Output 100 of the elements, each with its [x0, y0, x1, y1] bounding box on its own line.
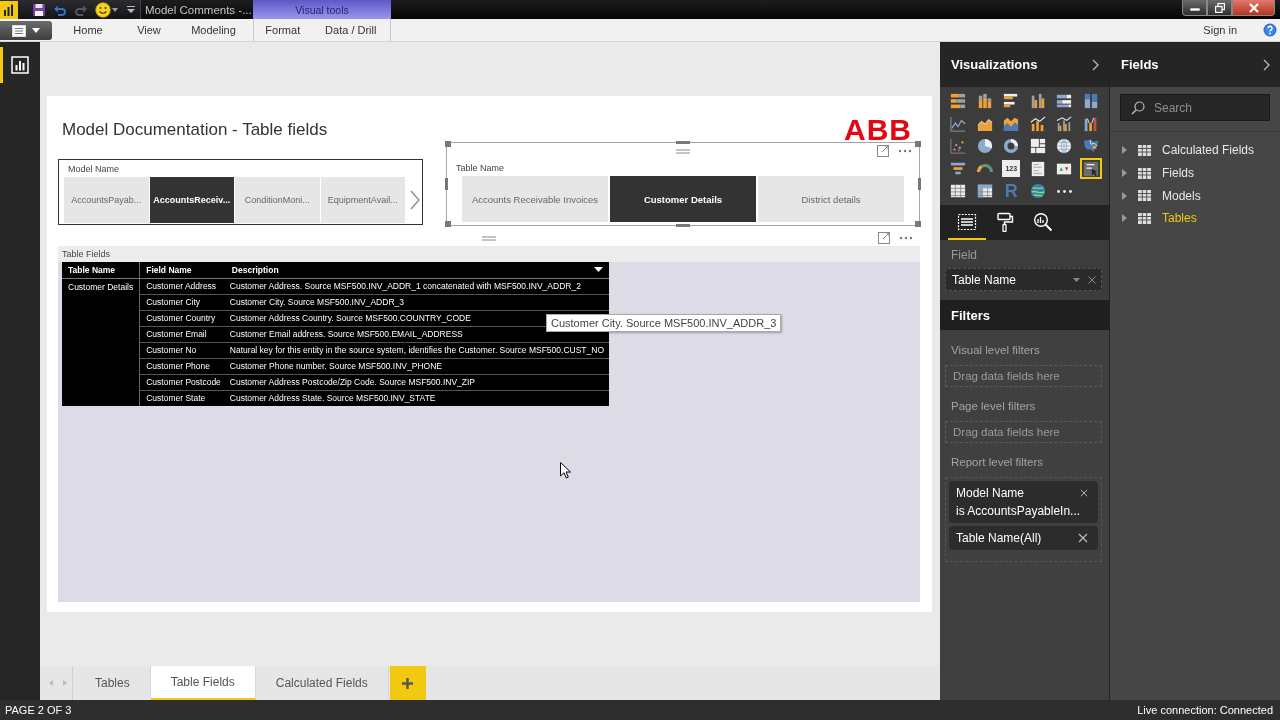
filled-map-icon	[1082, 138, 1099, 155]
field-well[interactable]: Table Name	[945, 268, 1102, 291]
slicer-item[interactable]: District details	[758, 176, 904, 222]
resize-handle-icon[interactable]	[676, 141, 690, 144]
caret-down-icon[interactable]	[1073, 277, 1080, 282]
table-icon	[950, 183, 967, 200]
customize-dropdown-icon[interactable]	[127, 6, 135, 13]
close-icon[interactable]	[1080, 488, 1088, 498]
file-menu-button[interactable]	[0, 21, 52, 40]
page-tab[interactable]: Table Fields	[150, 666, 256, 700]
more-icon	[1056, 189, 1072, 193]
minimize-icon	[1189, 7, 1200, 12]
visual-type-button[interactable]	[1079, 158, 1102, 180]
paint-roller-icon	[995, 211, 1015, 232]
close-icon[interactable]	[1078, 533, 1088, 543]
globe-icon	[1056, 138, 1073, 155]
tooltip: Customer City. Source MSF500.INV_ADDR_3	[546, 314, 782, 332]
table-cell: Customer State	[139, 390, 226, 406]
restore-button[interactable]	[1207, 0, 1232, 16]
bar-chart-icon	[11, 56, 29, 74]
slicer-item[interactable]: EquipmentAvail...	[320, 177, 405, 223]
filter-section-label: Page level filters	[951, 399, 1036, 414]
stacked-bar-chart-icon	[950, 93, 967, 110]
sign-in-button[interactable]: Sign in	[1197, 19, 1243, 41]
slicer-item[interactable]: Accounts Receivable Invoices	[462, 176, 608, 222]
table-cell: Customer Address State. Source MSF500.INV_STATE	[225, 390, 609, 406]
resize-handle-icon[interactable]	[918, 178, 921, 190]
field-table-item[interactable]: Models	[1110, 184, 1280, 208]
filter-section-label: Report level filters	[951, 455, 1044, 470]
drop-zone[interactable]: Drag data fields here	[945, 421, 1102, 443]
ribbon-tab[interactable]: View	[124, 19, 174, 41]
scatter-chart-icon	[950, 138, 967, 155]
app-logo-icon[interactable]	[0, 0, 18, 19]
ribbon-tab[interactable]: Home	[52, 19, 124, 41]
restore-icon	[1214, 2, 1225, 13]
field-table-item[interactable]: Tables	[1110, 207, 1280, 230]
slicer-item[interactable]: AccountsReceiv...	[149, 177, 234, 223]
matrix-icon	[976, 183, 993, 200]
close-icon[interactable]	[1088, 275, 1096, 284]
smiley-icon[interactable]	[95, 1, 111, 18]
ribbon-tab[interactable]: Format	[254, 19, 312, 41]
full-column-chart-icon	[1082, 93, 1099, 110]
column-header[interactable]: Table Name	[62, 262, 140, 278]
field-table-item[interactable]: Calculated Fields	[1110, 139, 1280, 162]
gauge-icon	[976, 164, 993, 174]
focus-mode-icon[interactable]	[877, 145, 889, 157]
chevron-right-icon[interactable]	[1263, 58, 1270, 71]
filter-card[interactable]: Table Name(All)	[949, 526, 1098, 550]
help-icon[interactable]	[1263, 23, 1277, 37]
table-cell: Customer Address Postcode/Zip Code. Source MSF500.INV_ZIP	[225, 374, 609, 390]
slicer-item[interactable]: Customer Details	[610, 176, 756, 222]
field-table-item[interactable]: Fields	[1110, 161, 1280, 185]
filter-section-label: Visual level filters	[951, 343, 1040, 358]
column-header[interactable]: Description	[225, 262, 609, 278]
line-and-clustered-column-chart-icon	[1056, 115, 1073, 132]
table-cell: Customer Address. Source MSF500.INV_ADDR_1 concatenated with MSF500.INV_ADDR_2	[225, 278, 609, 294]
drag-grip-icon[interactable]	[482, 235, 496, 241]
chevron-right-icon[interactable]	[1092, 58, 1099, 71]
more-icon[interactable]	[899, 236, 913, 240]
add-page-button[interactable]	[389, 666, 426, 700]
search-field[interactable]: Search	[1120, 94, 1270, 121]
resize-handle-icon[interactable]	[676, 224, 690, 227]
close-button[interactable]	[1232, 0, 1275, 16]
filter-card[interactable]: Model Name is AccountsPayableIn...	[949, 481, 1098, 523]
resize-handle-icon[interactable]	[445, 141, 451, 147]
slicer[interactable]: Model Name AccountsPayab... AccountsReceiv... ConditionMoni... EquipmentAvail...	[58, 159, 423, 225]
panel-title: Fields	[1121, 57, 1159, 72]
clustered-bar-chart-icon	[1003, 93, 1020, 110]
connection-status: Live connection: Connected	[1137, 704, 1273, 716]
column-header[interactable]: Field Name	[139, 262, 226, 278]
ribbon-tab[interactable]: Modeling	[174, 19, 253, 41]
line-and-column-chart-icon	[1029, 115, 1046, 132]
panel-title: Filters	[951, 307, 990, 323]
caret-down-icon[interactable]	[112, 7, 118, 12]
stacked-area-chart-icon	[1003, 115, 1020, 132]
resize-handle-icon[interactable]	[915, 141, 921, 147]
minimize-button[interactable]	[1182, 0, 1207, 16]
resize-handle-icon[interactable]	[445, 178, 448, 190]
focus-mode-icon[interactable]	[878, 232, 890, 244]
drag-grip-icon[interactable]	[676, 148, 690, 154]
drop-zone[interactable]: Drag data fields here	[945, 365, 1102, 387]
slicer-item[interactable]: ConditionMoni...	[235, 177, 320, 223]
sort-icon[interactable]	[594, 267, 603, 273]
donut-chart-icon	[1003, 138, 1020, 155]
save-icon[interactable]	[32, 2, 46, 17]
report-title: Model Documentation - Table fields	[62, 120, 328, 140]
resize-handle-icon[interactable]	[915, 221, 921, 227]
caret-right-icon	[1122, 169, 1127, 178]
resize-handle-icon[interactable]	[445, 221, 451, 227]
close-icon	[1248, 2, 1259, 13]
slicer[interactable]: Table Name Accounts Receivable Invoices Customer Details District details	[446, 142, 920, 226]
panel-title: Visualizations	[951, 57, 1038, 72]
table-icon	[1138, 167, 1151, 179]
more-icon[interactable]	[898, 149, 912, 153]
table-cell: Customer Address	[139, 278, 226, 294]
slicer-item[interactable]: AccountsPayab...	[64, 177, 149, 223]
caret-left-icon	[48, 680, 53, 686]
fields-icon	[957, 211, 977, 232]
visual-title: Table Fields	[62, 249, 111, 259]
ribbon-tab[interactable]: Data / Drill	[311, 19, 390, 41]
